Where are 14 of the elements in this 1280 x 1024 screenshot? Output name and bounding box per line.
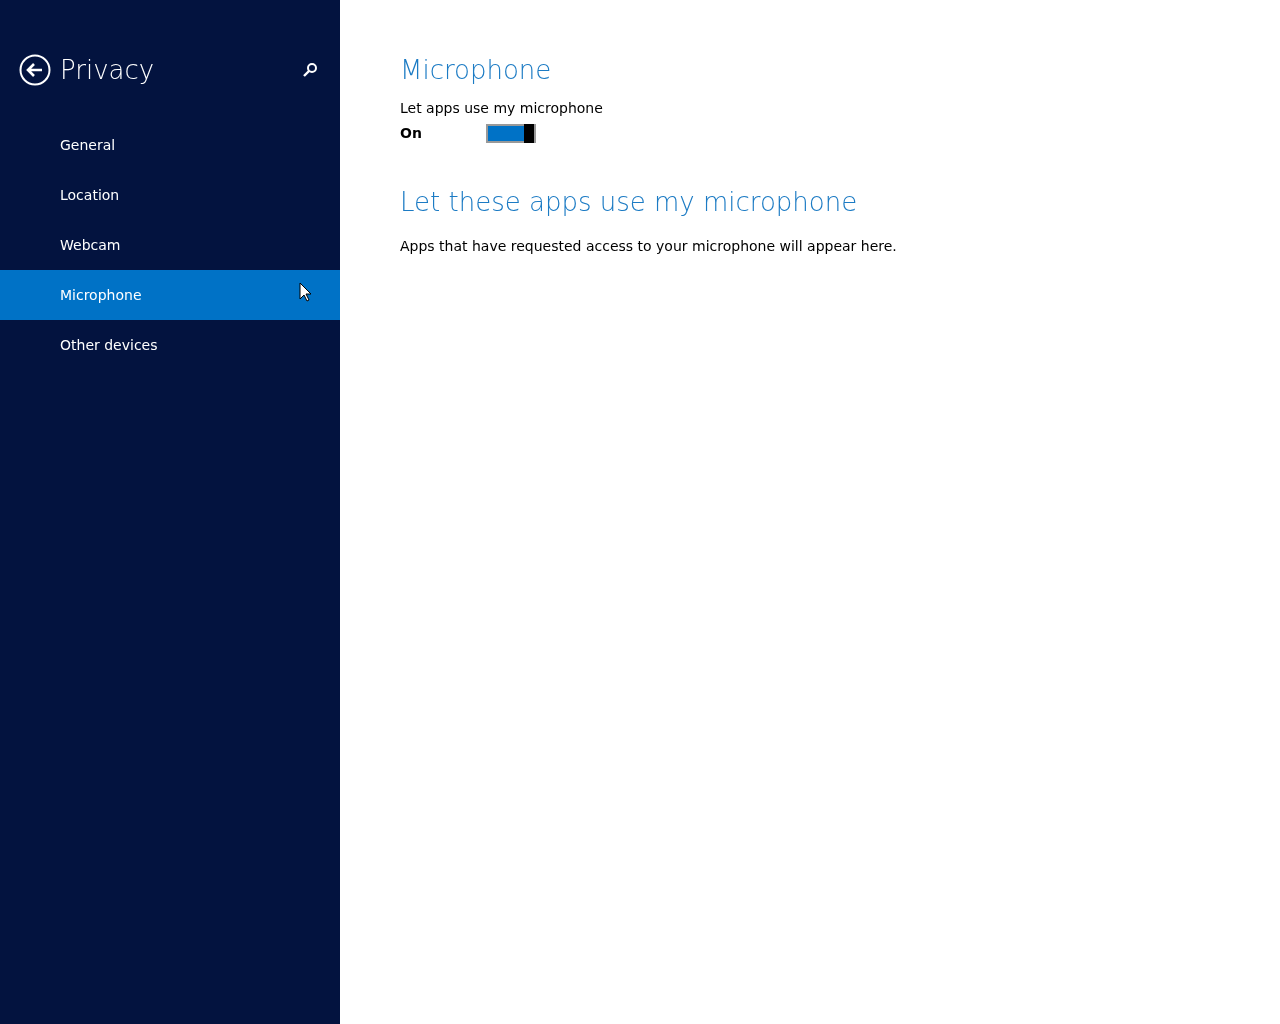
- nav-item[interactable]: Location: [0, 170, 340, 220]
- toggle-switch[interactable]: [486, 124, 536, 143]
- info-text: Apps that have requested access to your microphone will appear here.: [400, 237, 898, 256]
- cursor-icon: [299, 282, 312, 302]
- setting-label: Let apps use my microphone: [400, 99, 604, 118]
- nav-item[interactable]: Other devices: [0, 320, 340, 370]
- back-button[interactable]: [19, 54, 51, 86]
- nav-item[interactable]: Webcam: [0, 220, 340, 270]
- section-heading: Let these apps use my microphone: [400, 186, 859, 219]
- section-heading: Microphone: [400, 54, 553, 87]
- nav-item[interactable]: General: [0, 120, 340, 170]
- page-title: Privacy: [60, 53, 155, 87]
- nav-item[interactable]: Microphone: [0, 270, 340, 320]
- toggle-state: On: [400, 124, 423, 143]
